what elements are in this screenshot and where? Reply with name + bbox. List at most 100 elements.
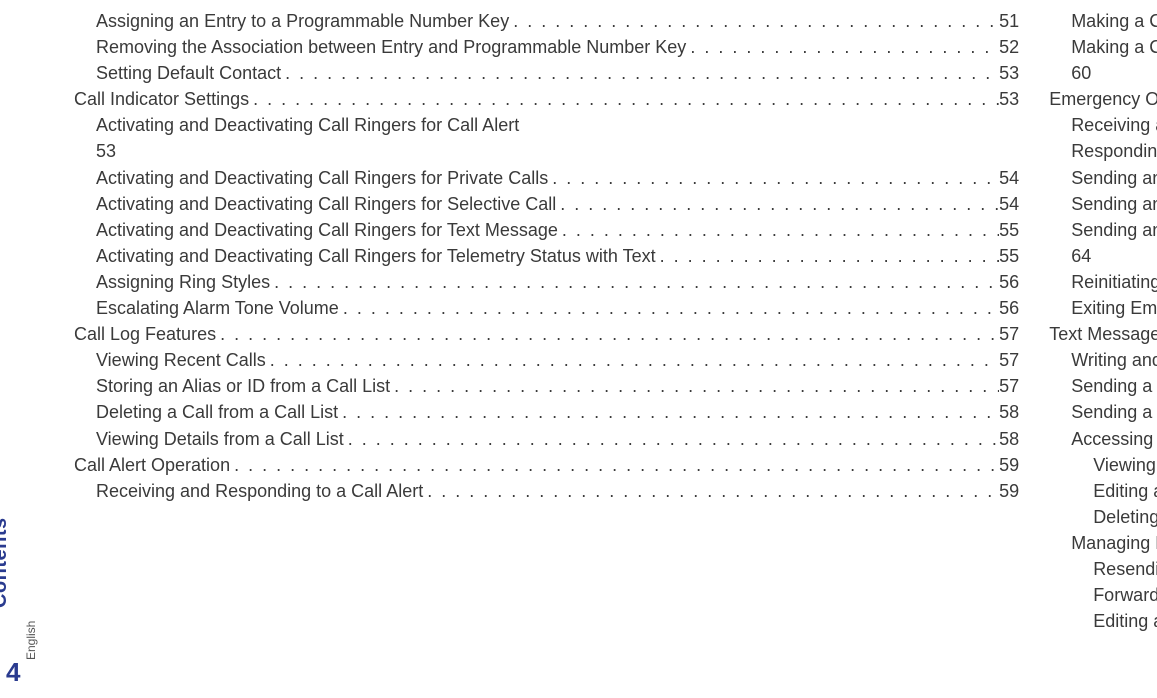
toc-title: Reinitiating an Emergency Mode	[1071, 269, 1157, 295]
toc-entry[interactable]: Sending an Emergency Alarm with Call . .…	[1049, 191, 1157, 217]
toc-title: Deleting a Call from a Call List	[96, 399, 338, 425]
toc-entry[interactable]: Making a Call Alert from the Contacts Li…	[1049, 8, 1157, 34]
toc-entry[interactable]: Sending an Emergency Alarm with Voice to…	[1049, 217, 1157, 243]
toc-entry[interactable]: Activating and Deactivating Call Ringers…	[74, 165, 1019, 191]
toc-entry[interactable]: Activating and Deactivating Call Ringers…	[74, 191, 1019, 217]
toc-title: Sending an Emergency Alarm	[1071, 165, 1157, 191]
toc-entry[interactable]: Emergency Operation . . . . . . . . . . …	[1049, 86, 1157, 112]
toc-title: Deleting a Saved Text Message from Draft…	[1093, 504, 1157, 530]
toc-title: Text Message Features	[1049, 321, 1157, 347]
toc-leader-dots: . . . . . . . . . . . . . . . . . . . . …	[390, 373, 999, 399]
toc-page: 56	[999, 295, 1019, 321]
toc-title: Sending an Emergency Alarm with Voice to…	[1071, 217, 1157, 243]
toc-entry[interactable]: Making a Call Alert with the One Touch A…	[1049, 34, 1157, 60]
toc-entry[interactable]: Editing and Sending a Saved Text Message…	[1049, 478, 1157, 504]
toc-entry[interactable]: Resending a Text Message . . . . . . . .…	[1049, 556, 1157, 582]
toc-entry[interactable]: Removing the Association between Entry a…	[74, 34, 1019, 60]
toc-entry[interactable]: Assigning an Entry to a Programmable Num…	[74, 8, 1019, 34]
toc-entry[interactable]: Call Alert Operation . . . . . . . . . .…	[74, 452, 1019, 478]
toc-page: 57	[999, 321, 1019, 347]
toc-entry[interactable]: Activating and Deactivating Call Ringers…	[74, 243, 1019, 269]
toc-page: 53	[999, 86, 1019, 112]
toc-page: 59	[999, 452, 1019, 478]
toc-title: Accessing the Drafts Folder	[1071, 426, 1157, 452]
toc-title: Activating and Deactivating Call Ringers…	[96, 191, 556, 217]
toc-entry[interactable]: Reinitiating an Emergency Mode . . . . .…	[1049, 269, 1157, 295]
toc-entry[interactable]: Escalating Alarm Tone Volume . . . . . .…	[74, 295, 1019, 321]
toc-title: Assigning Ring Styles	[96, 269, 270, 295]
toc-entry-page-line: 53	[74, 138, 1019, 164]
toc-entry[interactable]: Viewing Recent Calls . . . . . . . . . .…	[74, 347, 1019, 373]
toc-entry[interactable]: Text Message Features . . . . . . . . . …	[1049, 321, 1157, 347]
toc-title: Receiving and Responding to a Call Alert	[96, 478, 423, 504]
toc-page: 64	[1071, 243, 1091, 269]
toc-leader-dots: . . . . . . . . . . . . . . . . . . . . …	[230, 452, 999, 478]
toc-entry[interactable]: Call Indicator Settings . . . . . . . . …	[74, 86, 1019, 112]
toc-page: 54	[999, 191, 1019, 217]
toc-entry[interactable]: Setting Default Contact . . . . . . . . …	[74, 60, 1019, 86]
toc-title: Editing a Text Message	[1093, 608, 1157, 634]
toc-entry[interactable]: Sending a Quick Text Message with the On…	[1049, 399, 1157, 425]
toc-leader-dots: . . . . . . . . . . . . . . . . . . . . …	[249, 86, 999, 112]
toc-leader-dots: . . . . . . . . . . . . . . . . . . . . …	[266, 347, 999, 373]
toc-title: Call Alert Operation	[74, 452, 230, 478]
toc-title: Viewing a Saved Text Message	[1093, 452, 1157, 478]
toc-leader-dots: . . . . . . . . . . . . . . . . . . . . …	[656, 243, 1000, 269]
toc-leader-dots: . . . . . . . . . . . . . . . . . . . . …	[423, 478, 999, 504]
toc-page: 56	[999, 269, 1019, 295]
toc-title: Removing the Association between Entry a…	[96, 34, 686, 60]
section-label: Contents	[0, 517, 12, 608]
toc-entry-page-line: 60	[1049, 60, 1157, 86]
toc-entry[interactable]: Deleting a Saved Text Message from Draft…	[1049, 504, 1157, 530]
toc-title: Exiting Emergency Mode	[1071, 295, 1157, 321]
toc-entry[interactable]: Call Log Features . . . . . . . . . . . …	[74, 321, 1019, 347]
toc-title: Writing and Sending a Text Message	[1071, 347, 1157, 373]
toc-title: Setting Default Contact	[96, 60, 281, 86]
toc-page: 53	[999, 60, 1019, 86]
toc-leader-dots: . . . . . . . . . . . . . . . . . . . . …	[548, 165, 999, 191]
toc-title: Assigning an Entry to a Programmable Num…	[96, 8, 509, 34]
toc-entry[interactable]: Writing and Sending a Text Message . . .…	[1049, 347, 1157, 373]
toc-page: 55	[999, 243, 1019, 269]
toc-leader-dots: . . . . . . . . . . . . . . . . . . . . …	[509, 8, 999, 34]
toc-entry[interactable]: Editing a Text Message . . . . . . . . .…	[1049, 608, 1157, 634]
toc-page: 59	[999, 478, 1019, 504]
toc-title: Sending an Emergency Alarm with Call	[1071, 191, 1157, 217]
toc-column-left: Assigning an Entry to a Programmable Num…	[74, 8, 1019, 678]
toc-leader-dots: . . . . . . . . . . . . . . . . . . . . …	[344, 426, 999, 452]
toc-entry[interactable]: Receiving an Emergency Alarm . . . . . .…	[1049, 112, 1157, 138]
toc-entry[interactable]: Storing an Alias or ID from a Call List …	[74, 373, 1019, 399]
toc-entry[interactable]: Managing Fail-to-Send Text Messages . . …	[1049, 530, 1157, 556]
toc-title: Making a Call Alert with the One Touch A…	[1071, 34, 1157, 60]
toc-entry[interactable]: Sending a Quick Text Message . . . . . .…	[1049, 373, 1157, 399]
toc-title: Activating and Deactivating Call Ringers…	[96, 217, 558, 243]
toc-entry[interactable]: Exiting Emergency Mode . . . . . . . . .…	[1049, 295, 1157, 321]
toc-leader-dots: . . . . . . . . . . . . . . . . . . . . …	[558, 217, 999, 243]
toc-title: Managing Fail-to-Send Text Messages	[1071, 530, 1157, 556]
toc-entry[interactable]: Deleting a Call from a Call List . . . .…	[74, 399, 1019, 425]
toc-title: Making a Call Alert from the Contacts Li…	[1071, 8, 1157, 34]
toc-page: 51	[999, 8, 1019, 34]
toc-title: Escalating Alarm Tone Volume	[96, 295, 339, 321]
toc-title: Editing and Sending a Saved Text Message	[1093, 478, 1157, 504]
toc-entry[interactable]: Activating and Deactivating Call Ringers…	[74, 112, 1019, 138]
toc-entry[interactable]: Sending an Emergency Alarm . . . . . . .…	[1049, 165, 1157, 191]
toc-entry[interactable]: Activating and Deactivating Call Ringers…	[74, 217, 1019, 243]
toc-entry[interactable]: Viewing Details from a Call List . . . .…	[74, 426, 1019, 452]
toc-entry[interactable]: Forwarding a Text Message . . . . . . . …	[1049, 582, 1157, 608]
toc-title: Emergency Operation	[1049, 86, 1157, 112]
toc-entry[interactable]: Assigning Ring Styles . . . . . . . . . …	[74, 269, 1019, 295]
toc-columns: Assigning an Entry to a Programmable Num…	[74, 8, 1139, 678]
toc-page: 58	[999, 399, 1019, 425]
toc-entry[interactable]: Receiving and Responding to a Call Alert…	[74, 478, 1019, 504]
toc-page: 54	[999, 165, 1019, 191]
toc-title: Responding to an Emergency Alarm	[1071, 138, 1157, 164]
toc-leader-dots: . . . . . . . . . . . . . . . . . . . . …	[270, 269, 999, 295]
toc-leader-dots: . . . . . . . . . . . . . . . . . . . . …	[339, 295, 999, 321]
toc-entry[interactable]: Accessing the Drafts Folder . . . . . . …	[1049, 426, 1157, 452]
toc-entry[interactable]: Viewing a Saved Text Message . . . . . .…	[1049, 452, 1157, 478]
toc-title: Viewing Recent Calls	[96, 347, 266, 373]
toc-entry-page-line: 64	[1049, 243, 1157, 269]
toc-page: 55	[999, 217, 1019, 243]
toc-entry[interactable]: Responding to an Emergency Alarm . . . .…	[1049, 138, 1157, 164]
